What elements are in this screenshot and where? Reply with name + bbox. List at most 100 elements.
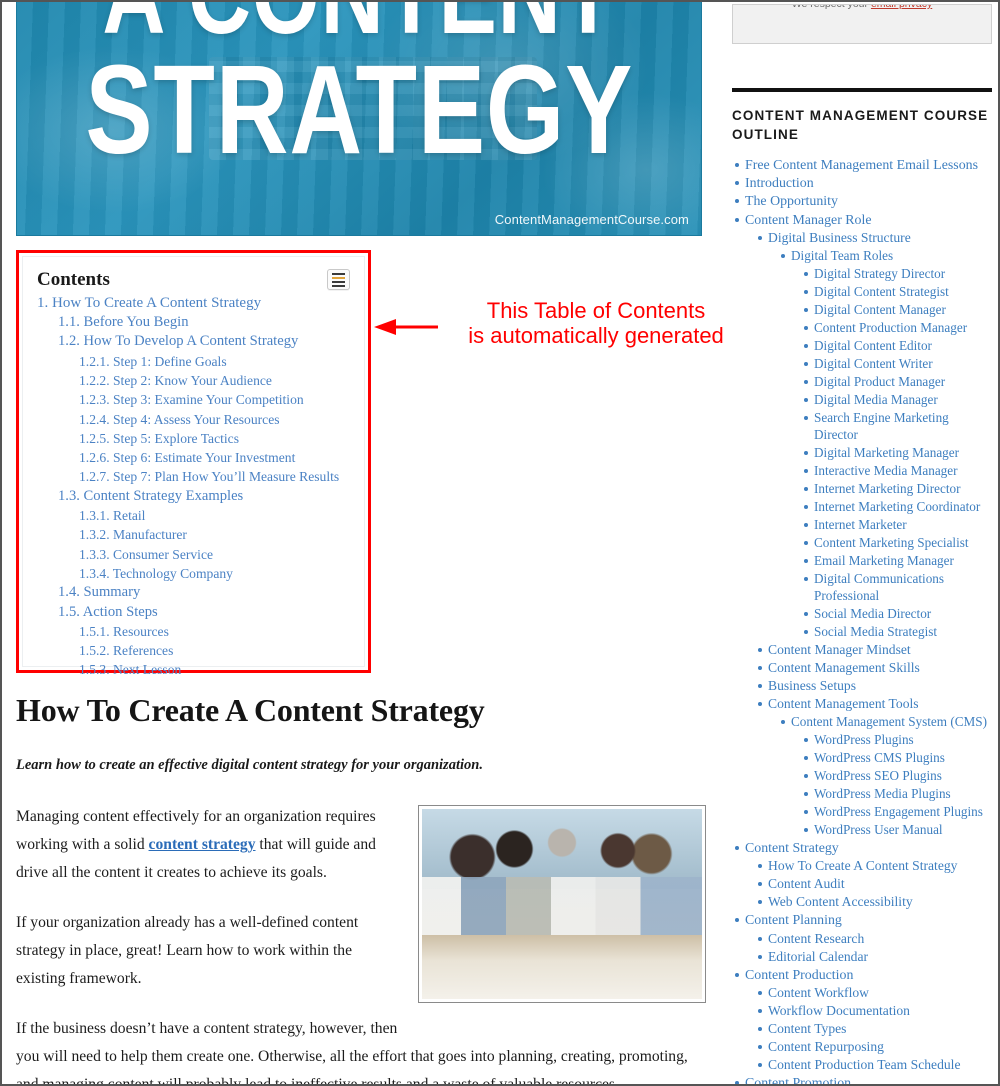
sidebar-item[interactable]: Digital Media Manager bbox=[801, 391, 992, 409]
sidebar-item[interactable]: WordPress CMS Plugins bbox=[801, 749, 992, 767]
sidebar-item[interactable]: Search Engine Marketing Director bbox=[801, 409, 992, 444]
sidebar-item-label[interactable]: Content Research bbox=[768, 930, 864, 947]
toc-item[interactable]: 1.1. Before You Begin bbox=[37, 313, 350, 332]
sidebar-item-label[interactable]: Introduction bbox=[745, 175, 814, 192]
toc-item[interactable]: 1.3.3. Consumer Service bbox=[37, 545, 350, 564]
sidebar-item-label[interactable]: Content Repurposing bbox=[768, 1038, 884, 1055]
sidebar-item-label[interactable]: Content Production Manager bbox=[814, 319, 967, 336]
sidebar-item[interactable]: Content Management System (CMS) bbox=[778, 713, 992, 731]
sidebar-item-label[interactable]: Digital Product Manager bbox=[814, 373, 945, 390]
toc-item[interactable]: 1.5. Action Steps bbox=[37, 603, 350, 622]
toc-item[interactable]: 1.3. Content Strategy Examples bbox=[37, 487, 350, 506]
sidebar-item-label[interactable]: Editorial Calendar bbox=[768, 948, 868, 965]
sidebar-item[interactable]: Content Production Manager bbox=[801, 319, 992, 337]
sidebar-item[interactable]: WordPress SEO Plugins bbox=[801, 767, 992, 785]
sidebar-item[interactable]: Digital Marketing Manager bbox=[801, 444, 992, 462]
sidebar-item-label[interactable]: WordPress Engagement Plugins bbox=[814, 803, 983, 820]
toc-item[interactable]: 1.2.3. Step 3: Examine Your Competition bbox=[37, 390, 350, 409]
toc-item[interactable]: 1.2.7. Step 7: Plan How You’ll Measure R… bbox=[37, 467, 350, 486]
toc-item[interactable]: 1.5.1. Resources bbox=[37, 622, 350, 641]
sidebar-item-label[interactable]: Digital Communications Professional bbox=[814, 570, 992, 604]
sidebar-item-label[interactable]: Content Management Tools bbox=[768, 695, 919, 712]
toc-item[interactable]: 1.2.2. Step 2: Know Your Audience bbox=[37, 371, 350, 390]
sidebar-item[interactable]: Email Marketing Manager bbox=[801, 552, 992, 570]
sidebar-item[interactable]: Content Management Skills bbox=[755, 659, 992, 677]
sidebar-item[interactable]: Digital Content Editor bbox=[801, 337, 992, 355]
sidebar-item-label[interactable]: Content Production bbox=[745, 967, 853, 984]
sidebar-item[interactable]: Interactive Media Manager bbox=[801, 462, 992, 480]
sidebar-item-label[interactable]: Content Planning bbox=[745, 912, 842, 929]
toc-item[interactable]: 1.2.1. Step 1: Define Goals bbox=[37, 352, 350, 371]
sidebar-item-label[interactable]: Content Management Skills bbox=[768, 659, 920, 676]
email-privacy-link[interactable]: email privacy bbox=[871, 5, 932, 10]
sidebar-item[interactable]: Content Research bbox=[755, 930, 992, 948]
sidebar-item[interactable]: WordPress Plugins bbox=[801, 731, 992, 749]
sidebar-item[interactable]: The Opportunity bbox=[732, 192, 992, 210]
toc-item[interactable]: 1.3.2. Manufacturer bbox=[37, 525, 350, 544]
toc-item[interactable]: 1.5.3. Next Lesson bbox=[37, 660, 350, 679]
sidebar-item-label[interactable]: Social Media Strategist bbox=[814, 623, 937, 640]
sidebar-item-label[interactable]: How To Create A Content Strategy bbox=[768, 857, 957, 874]
sidebar-item-label[interactable]: Business Setups bbox=[768, 677, 856, 694]
sidebar-item[interactable]: Content Manager Role bbox=[732, 211, 992, 229]
sidebar-item-label[interactable]: WordPress User Manual bbox=[814, 821, 943, 838]
sidebar-item[interactable]: Digital Content Strategist bbox=[801, 283, 992, 301]
sidebar-item[interactable]: Digital Team Roles bbox=[778, 247, 992, 265]
toc-item[interactable]: 1.2. How To Develop A Content Strategy bbox=[37, 332, 350, 351]
sidebar-item-label[interactable]: WordPress CMS Plugins bbox=[814, 749, 945, 766]
sidebar-item-label[interactable]: Digital Team Roles bbox=[791, 247, 893, 264]
sidebar-item[interactable]: Content Workflow bbox=[755, 984, 992, 1002]
sidebar-item-label[interactable]: Content Audit bbox=[768, 875, 845, 892]
sidebar-item[interactable]: Workflow Documentation bbox=[755, 1002, 992, 1020]
sidebar-item[interactable]: Digital Communications Professional bbox=[801, 570, 992, 605]
sidebar-item[interactable]: Content Marketing Specialist bbox=[801, 534, 992, 552]
sidebar-item[interactable]: WordPress User Manual bbox=[801, 821, 992, 839]
sidebar-item-label[interactable]: Content Manager Role bbox=[745, 212, 872, 229]
toc-item[interactable]: 1.4. Summary bbox=[37, 583, 350, 602]
sidebar-item-label[interactable]: Digital Media Manager bbox=[814, 391, 938, 408]
sidebar-item-label[interactable]: Web Content Accessibility bbox=[768, 893, 913, 910]
sidebar-item[interactable]: Content Repurposing bbox=[755, 1038, 992, 1056]
sidebar-item[interactable]: Business Setups bbox=[755, 677, 992, 695]
sidebar-item[interactable]: Web Content Accessibility bbox=[755, 893, 992, 911]
sidebar-item-label[interactable]: Digital Content Editor bbox=[814, 337, 932, 354]
sidebar-item-label[interactable]: Content Production Team Schedule bbox=[768, 1056, 960, 1073]
sidebar-item[interactable]: Content Planning bbox=[732, 911, 992, 929]
sidebar-item[interactable]: Content Production bbox=[732, 966, 992, 984]
sidebar-item[interactable]: Digital Product Manager bbox=[801, 373, 992, 391]
sidebar-item-label[interactable]: Interactive Media Manager bbox=[814, 462, 958, 479]
sidebar-item[interactable]: Digital Business Structure bbox=[755, 229, 992, 247]
toc-item[interactable]: 1.2.5. Step 5: Explore Tactics bbox=[37, 429, 350, 448]
sidebar-item-label[interactable]: Internet Marketing Coordinator bbox=[814, 498, 980, 515]
sidebar-item-label[interactable]: Content Promotion bbox=[745, 1075, 851, 1084]
sidebar-item[interactable]: Social Media Strategist bbox=[801, 623, 992, 641]
toc-item[interactable]: 1.2.6. Step 6: Estimate Your Investment bbox=[37, 448, 350, 467]
sidebar-item-label[interactable]: Digital Business Structure bbox=[768, 229, 911, 246]
sidebar-item[interactable]: Social Media Director bbox=[801, 605, 992, 623]
toc-item[interactable]: 1.3.4. Technology Company bbox=[37, 564, 350, 583]
sidebar-item[interactable]: Content Strategy bbox=[732, 839, 992, 857]
sidebar-item-label[interactable]: Content Workflow bbox=[768, 984, 869, 1001]
sidebar-item-label[interactable]: Digital Strategy Director bbox=[814, 265, 945, 282]
sidebar-item[interactable]: Introduction bbox=[732, 174, 992, 192]
toc-item[interactable]: 1.3.1. Retail bbox=[37, 506, 350, 525]
sidebar-item[interactable]: WordPress Engagement Plugins bbox=[801, 803, 992, 821]
sidebar-item[interactable]: Content Management Tools bbox=[755, 695, 992, 713]
sidebar-item-label[interactable]: WordPress Plugins bbox=[814, 731, 914, 748]
sidebar-item[interactable]: Internet Marketing Coordinator bbox=[801, 498, 992, 516]
sidebar-item-label[interactable]: The Opportunity bbox=[745, 193, 838, 210]
sidebar-item[interactable]: Internet Marketer bbox=[801, 516, 992, 534]
sidebar-item-label[interactable]: Digital Content Strategist bbox=[814, 283, 949, 300]
sidebar-item[interactable]: Free Content Management Email Lessons bbox=[732, 156, 992, 174]
sidebar-item[interactable]: Content Manager Mindset bbox=[755, 641, 992, 659]
content-strategy-link[interactable]: content strategy bbox=[149, 836, 256, 853]
sidebar-item[interactable]: Content Types bbox=[755, 1020, 992, 1038]
sidebar-item[interactable]: Digital Content Manager bbox=[801, 301, 992, 319]
sidebar-item-label[interactable]: Social Media Director bbox=[814, 605, 931, 622]
sidebar-item-label[interactable]: Digital Content Writer bbox=[814, 355, 933, 372]
sidebar-item-label[interactable]: Digital Content Manager bbox=[814, 301, 946, 318]
sidebar-item-label[interactable]: Email Marketing Manager bbox=[814, 552, 954, 569]
sidebar-item[interactable]: Digital Strategy Director bbox=[801, 265, 992, 283]
sidebar-item[interactable]: How To Create A Content Strategy bbox=[755, 857, 992, 875]
sidebar-item-label[interactable]: Content Marketing Specialist bbox=[814, 534, 969, 551]
